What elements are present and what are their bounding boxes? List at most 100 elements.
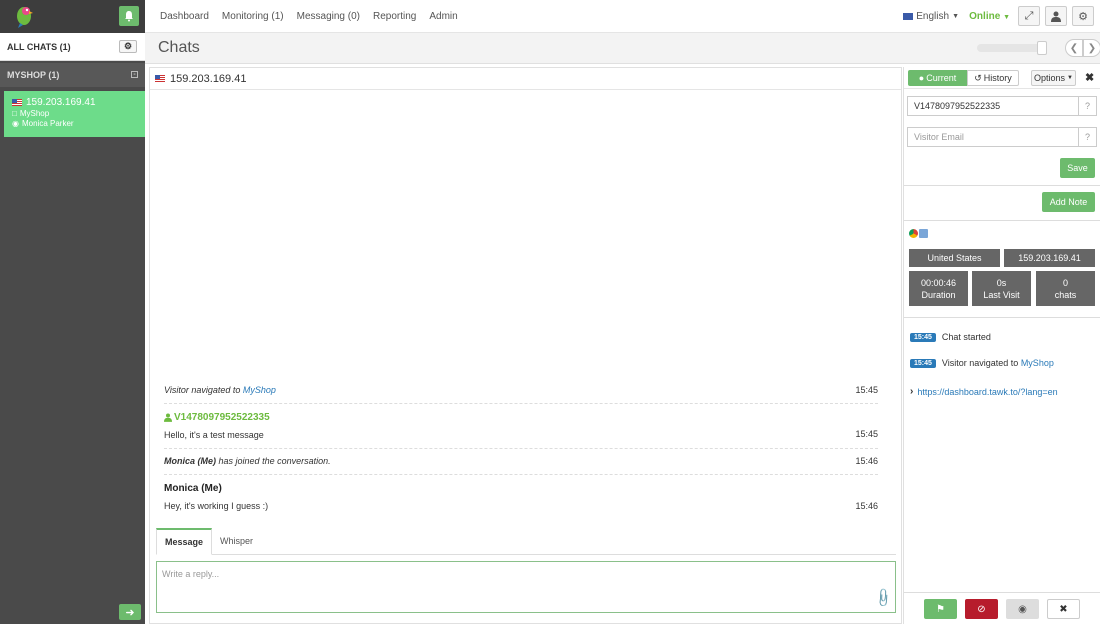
nav-monitoring[interactable]: Monitoring (1) bbox=[222, 11, 284, 22]
next-chat-button[interactable]: ❯ bbox=[1083, 39, 1100, 57]
visited-url[interactable]: › https://dashboard.tawk.to/?lang=en bbox=[910, 386, 1058, 397]
all-chats-header[interactable]: ALL CHATS (1) ⚙ bbox=[0, 33, 145, 61]
language-selector[interactable]: English ▼ bbox=[903, 11, 959, 22]
chats-value: 0 bbox=[1063, 277, 1068, 289]
eye-icon: ◉ bbox=[1018, 604, 1027, 615]
tab-whisper[interactable]: Whisper bbox=[212, 528, 261, 554]
duration-label: Duration bbox=[921, 289, 955, 301]
end-chat-button[interactable]: ✖ bbox=[1047, 599, 1080, 619]
tab-current[interactable]: ● Current bbox=[908, 70, 967, 86]
navigated-text: Visitor navigated to bbox=[164, 385, 240, 395]
hide-button[interactable]: ◉ bbox=[1006, 599, 1039, 619]
chat-list-item[interactable]: 159.203.169.41 □ MyShop ◉ Monica Parker bbox=[4, 91, 145, 137]
settings-button[interactable]: ⚙ bbox=[1072, 6, 1094, 26]
myshop-link[interactable]: MyShop bbox=[1021, 358, 1054, 368]
expand-icon: ⤢ bbox=[1025, 10, 1034, 23]
chat-bubble-icon: ● bbox=[919, 73, 924, 83]
visitor-details-panel: ● Current ↺ History Options ▼ ✖ V1478097… bbox=[903, 67, 1100, 624]
all-chats-settings-button[interactable]: ⚙ bbox=[119, 40, 137, 53]
tab-message[interactable]: Message bbox=[156, 528, 212, 555]
nav-messaging[interactable]: Messaging (0) bbox=[297, 11, 360, 22]
nav-dashboard[interactable]: Dashboard bbox=[160, 11, 209, 22]
save-button[interactable]: Save bbox=[1060, 158, 1095, 178]
chevron-right-icon: ❯ bbox=[1088, 43, 1096, 54]
uk-flag-icon bbox=[903, 13, 913, 20]
chat-panel: 159.203.169.41 Visitor navigated to MySh… bbox=[149, 67, 902, 624]
previous-chat-button[interactable]: ❮ bbox=[1065, 39, 1083, 57]
chat-header-ip: 159.203.169.41 bbox=[170, 73, 246, 85]
event-time-badge: 15:45 bbox=[910, 359, 936, 368]
myshop-link[interactable]: MyShop bbox=[243, 385, 276, 395]
visited-url-link[interactable]: https://dashboard.tawk.to/?lang=en bbox=[917, 387, 1057, 397]
paperclip-icon[interactable]: 📎 bbox=[872, 587, 895, 610]
sidebar: ALL CHATS (1) ⚙ MYSHOP (1) - 159.203.169… bbox=[0, 0, 145, 624]
zoom-slider[interactable] bbox=[977, 44, 1045, 52]
chat-header: 159.203.169.41 bbox=[150, 68, 901, 90]
chat-item-property: MyShop bbox=[20, 109, 49, 118]
close-icon[interactable]: ✖ bbox=[1085, 71, 1094, 84]
caret-down-icon: ▼ bbox=[1067, 75, 1073, 81]
close-icon: ✖ bbox=[1059, 604, 1067, 615]
tab-current-label: Current bbox=[926, 73, 956, 83]
arrow-left-circle-icon: ➜ bbox=[125, 606, 134, 619]
visitor-name-field[interactable]: V1478097952522335 ? bbox=[907, 96, 1097, 116]
message-time: 15:45 bbox=[855, 429, 878, 439]
system-message-navigated: Visitor navigated to MyShop 15:45 bbox=[164, 381, 878, 404]
us-flag-icon bbox=[155, 75, 165, 82]
tag-button[interactable]: ⚑ bbox=[924, 599, 957, 619]
bell-icon bbox=[123, 10, 135, 22]
visitor-message: V1478097952522335 Hello, it's a test mes… bbox=[164, 412, 878, 449]
country-box: United States bbox=[909, 249, 1000, 267]
visitor-email-field[interactable]: Visitor Email ? bbox=[907, 127, 1097, 147]
help-icon[interactable]: ? bbox=[1078, 97, 1096, 115]
agent-message: Monica (Me) Hey, it's working I guess :)… bbox=[164, 483, 878, 519]
notifications-button[interactable] bbox=[119, 6, 139, 26]
event-visitor-navigated: 15:45 Visitor navigated to MyShop bbox=[910, 358, 1054, 368]
agent-message-text: Hey, it's working I guess :) bbox=[164, 501, 268, 511]
nav-reporting[interactable]: Reporting bbox=[373, 11, 416, 22]
tag-icon: ⚑ bbox=[936, 604, 945, 615]
sidebar-toggle-button[interactable]: ➜ bbox=[119, 604, 141, 620]
parrot-logo-icon[interactable] bbox=[12, 4, 36, 28]
fullscreen-button[interactable]: ⤢ bbox=[1018, 6, 1040, 26]
eye-icon: ◉ bbox=[12, 119, 19, 128]
collapse-group-icon[interactable]: - bbox=[131, 71, 138, 78]
reply-input[interactable]: Write a reply... 📎 bbox=[156, 561, 896, 613]
logo-bar bbox=[0, 0, 145, 33]
chats-label: chats bbox=[1055, 289, 1077, 301]
country-value: United States bbox=[927, 252, 981, 264]
details-tabs: ● Current ↺ History Options ▼ ✖ bbox=[904, 67, 1100, 89]
nav-admin[interactable]: Admin bbox=[429, 11, 457, 22]
reply-mode-tabs: Message Whisper bbox=[156, 528, 896, 555]
message-time: 15:46 bbox=[855, 456, 878, 466]
tab-history[interactable]: ↺ History bbox=[967, 70, 1019, 86]
add-note-button[interactable]: Add Note bbox=[1042, 192, 1095, 212]
group-label: MYSHOP (1) bbox=[7, 70, 59, 80]
joined-text: has joined the conversation. bbox=[219, 456, 331, 466]
ban-icon: ⊘ bbox=[977, 604, 985, 615]
event-time-badge: 15:45 bbox=[910, 333, 936, 342]
divider bbox=[904, 317, 1100, 318]
last-visit-value: 0s bbox=[997, 277, 1007, 289]
visitor-name: V1478097952522335 bbox=[174, 412, 270, 423]
chat-item-agent: Monica Parker bbox=[22, 119, 74, 128]
ban-button[interactable]: ⊘ bbox=[965, 599, 998, 619]
profile-button[interactable] bbox=[1045, 6, 1067, 26]
duration-value: 00:00:46 bbox=[921, 277, 956, 289]
chats-count-box: 0 chats bbox=[1036, 271, 1095, 306]
chat-actions-bar: ⚑ ⊘ ◉ ✖ bbox=[904, 592, 1100, 624]
help-icon[interactable]: ? bbox=[1078, 128, 1096, 146]
options-dropdown[interactable]: Options ▼ bbox=[1031, 70, 1076, 86]
event-chat-started: 15:45 Chat started bbox=[910, 332, 991, 342]
all-chats-label: ALL CHATS (1) bbox=[7, 42, 71, 52]
status-selector[interactable]: Online ▼ bbox=[969, 11, 1010, 22]
gear-icon: ⚙ bbox=[124, 41, 132, 52]
property-icon: □ bbox=[12, 109, 17, 118]
group-header-myshop[interactable]: MYSHOP (1) - bbox=[0, 63, 145, 87]
duration-box: 00:00:46 Duration bbox=[909, 271, 968, 306]
chevron-left-icon: ❮ bbox=[1070, 43, 1078, 54]
user-icon bbox=[164, 413, 172, 422]
us-flag-icon bbox=[12, 99, 22, 106]
zoom-slider-handle[interactable] bbox=[1037, 41, 1047, 55]
history-icon: ↺ bbox=[974, 73, 982, 84]
